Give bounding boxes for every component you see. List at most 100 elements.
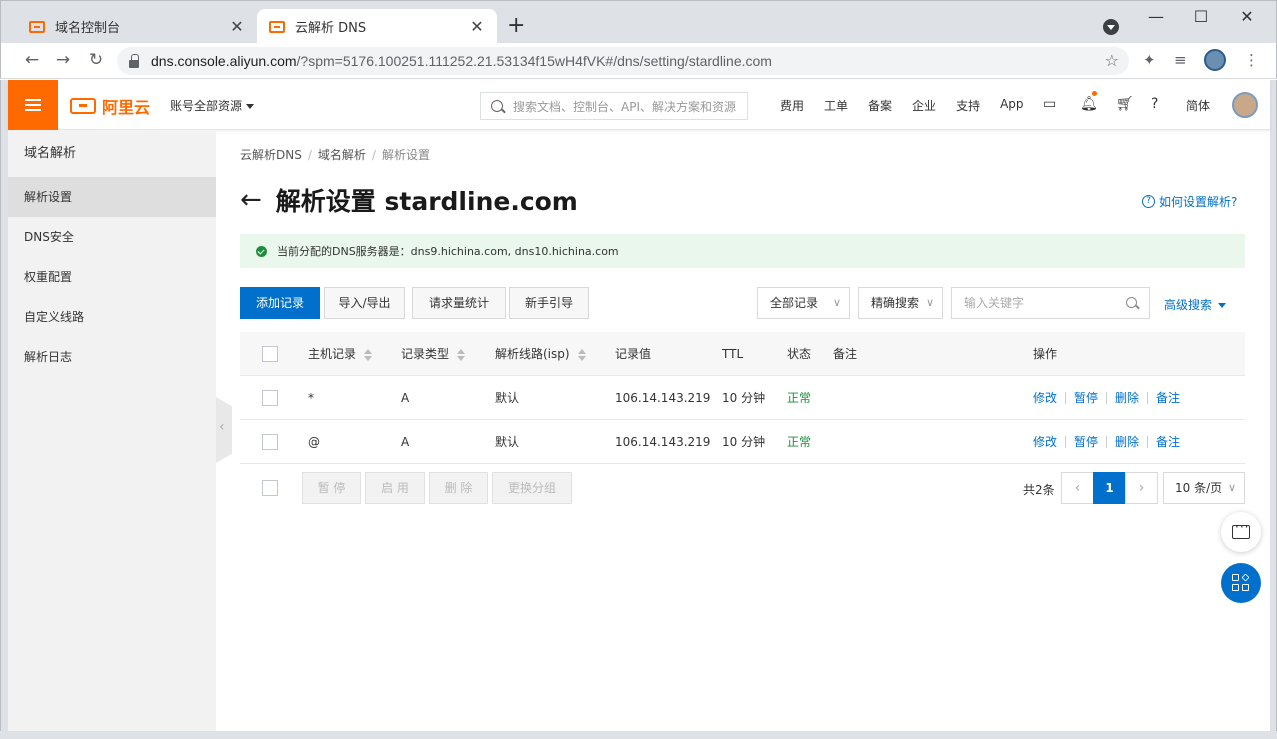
sidebar-item-custom-line[interactable]: 自定义线路 <box>8 297 216 337</box>
column-header-label: 解析线路(isp) <box>495 347 570 361</box>
maximize-button[interactable]: ☐ <box>1191 7 1211 26</box>
row-checkbox[interactable] <box>262 390 278 406</box>
nav-link-tickets[interactable]: 工单 <box>824 97 848 114</box>
sidebar-item-dns-security[interactable]: DNS安全 <box>8 217 216 257</box>
sidebar-item-dns-settings[interactable]: 解析设置 <box>8 177 216 217</box>
window-close-button[interactable]: ✕ <box>1237 7 1257 26</box>
batch-enable-button[interactable]: 启 用 <box>365 472 425 504</box>
cell-ttl: 10 分钟 <box>722 435 766 449</box>
column-header-value: 记录值 <box>615 347 652 361</box>
cell-host: @ <box>308 435 320 449</box>
menu-hamburger-icon[interactable] <box>8 80 58 130</box>
batch-delete-button[interactable]: 删 除 <box>429 472 488 504</box>
minimize-button[interactable]: — <box>1146 7 1166 26</box>
keyword-input[interactable]: 输入关键字 <box>951 287 1150 319</box>
row-checkbox[interactable] <box>262 434 278 450</box>
batch-select-checkbox[interactable] <box>262 480 278 496</box>
request-stats-button[interactable]: 请求量统计 <box>412 287 506 319</box>
sort-icon[interactable] <box>577 348 586 361</box>
nav-link-billing[interactable]: 费用 <box>780 97 804 114</box>
reload-icon[interactable]: ↻ <box>85 50 107 70</box>
sort-icon[interactable] <box>457 348 466 361</box>
tab-label: 云解析 DNS <box>295 21 367 36</box>
keyword-placeholder: 输入关键字 <box>964 296 1025 310</box>
page-size-select[interactable]: 10 条/页 ∨ <box>1163 472 1245 504</box>
row-actions: 修改 暂停 删除 备注 <box>1033 376 1180 420</box>
browser-menu-icon[interactable]: ⋮ <box>1244 51 1259 69</box>
back-arrow-icon[interactable]: ← <box>240 187 262 213</box>
import-export-button[interactable]: 导入/导出 <box>324 287 405 319</box>
nav-link-app[interactable]: App <box>1000 97 1023 114</box>
delete-link[interactable]: 删除 <box>1115 420 1139 464</box>
breadcrumb-item[interactable]: 域名解析 <box>318 148 366 162</box>
back-icon[interactable]: ← <box>21 50 43 70</box>
user-avatar[interactable] <box>1232 92 1258 118</box>
search-icon[interactable] <box>1126 297 1137 308</box>
cell-value: 106.14.143.219 <box>615 391 711 405</box>
browser-tab-bar: 域名控制台 ✕ 云解析 DNS ✕ + — ☐ ✕ <box>0 0 1277 44</box>
nav-link-icp[interactable]: 备案 <box>868 97 892 114</box>
console-top-nav: 阿里云 账号全部资源 搜索文档、控制台、API、解决方案和资源 费用 工单 备案… <box>8 80 1270 130</box>
browser-profile-avatar[interactable] <box>1204 49 1226 71</box>
batch-regroup-button[interactable]: 更换分组 <box>492 472 572 504</box>
column-header-type[interactable]: 记录类型 <box>401 332 466 376</box>
remark-link[interactable]: 备注 <box>1156 376 1180 420</box>
console-search-input[interactable]: 搜索文档、控制台、API、解决方案和资源 <box>480 92 748 120</box>
pause-link[interactable]: 暂停 <box>1074 376 1098 420</box>
extensions-icon[interactable]: ✦ <box>1143 51 1156 69</box>
tab-search-icon[interactable] <box>1103 19 1119 35</box>
tab-close-icon[interactable]: ✕ <box>469 17 485 36</box>
remark-link[interactable]: 备注 <box>1156 420 1180 464</box>
tab-close-icon[interactable]: ✕ <box>229 17 245 36</box>
nav-link-enterprise[interactable]: 企业 <box>912 97 936 114</box>
column-header-line[interactable]: 解析线路(isp) <box>495 332 586 376</box>
edit-link[interactable]: 修改 <box>1033 420 1057 464</box>
bookmark-star-icon[interactable]: ☆ <box>1105 51 1119 70</box>
language-switch[interactable]: 简体 <box>1186 97 1210 114</box>
chevron-down-icon: ∨ <box>925 296 934 309</box>
advanced-search-toggle[interactable]: 高级搜索 <box>1164 296 1227 313</box>
chevron-down-icon: ∨ <box>1227 481 1236 494</box>
add-record-button[interactable]: 添加记录 <box>240 287 320 319</box>
help-link[interactable]: ? 如何设置解析? <box>1142 193 1237 210</box>
tab-domain-console[interactable]: 域名控制台 ✕ <box>17 9 257 44</box>
column-header-host[interactable]: 主机记录 <box>308 332 373 376</box>
cell-type: A <box>401 435 410 449</box>
reading-list-icon[interactable]: ≡ <box>1174 51 1187 69</box>
select-all-checkbox[interactable] <box>262 346 278 362</box>
guide-button[interactable]: 新手引导 <box>509 287 589 319</box>
delete-link[interactable]: 删除 <box>1115 376 1139 420</box>
forward-icon[interactable]: → <box>52 50 74 70</box>
new-tab-button[interactable]: + <box>507 13 525 38</box>
nav-link-support[interactable]: 支持 <box>956 97 980 114</box>
sidebar-title[interactable]: 域名解析 <box>8 131 216 177</box>
tab-cloud-dns[interactable]: 云解析 DNS ✕ <box>257 9 497 44</box>
breadcrumb-item[interactable]: 云解析DNS <box>240 148 302 162</box>
edit-link[interactable]: 修改 <box>1033 376 1057 420</box>
page-1-button[interactable]: 1 <box>1093 472 1126 504</box>
record-filter-select[interactable]: 全部记录 ∨ <box>757 287 850 319</box>
batch-pause-button[interactable]: 暂 停 <box>302 472 361 504</box>
help-circle-icon[interactable]: ? <box>1151 96 1158 112</box>
chat-support-button[interactable] <box>1221 512 1261 552</box>
prev-page-button[interactable]: ‹ <box>1061 472 1094 504</box>
account-resources-dropdown[interactable]: 账号全部资源 <box>170 97 255 114</box>
search-mode-select[interactable]: 精确搜索 ∨ <box>858 287 943 319</box>
window-frame-right <box>1270 80 1277 739</box>
aliyun-logo[interactable]: 阿里云 <box>70 94 150 118</box>
cell-host: * <box>308 391 314 405</box>
sidebar-item-log[interactable]: 解析日志 <box>8 337 216 377</box>
app-menu-button[interactable] <box>1221 563 1261 603</box>
sidebar: 域名解析 解析设置 DNS安全 权重配置 自定义线路 解析日志 <box>8 131 216 731</box>
url-input[interactable]: dns.console.aliyun.com/?spm=5176.100251.… <box>117 47 1129 75</box>
bell-icon[interactable]: 🔔︎ <box>1080 96 1098 112</box>
cart-icon[interactable]: 🛒︎ <box>1116 96 1134 112</box>
caret-down-icon <box>246 104 255 109</box>
pause-link[interactable]: 暂停 <box>1074 420 1098 464</box>
sidebar-collapse-handle[interactable] <box>216 397 232 463</box>
sort-icon[interactable] <box>364 348 373 361</box>
notification-dot <box>1092 91 1097 96</box>
sidebar-item-weight[interactable]: 权重配置 <box>8 257 216 297</box>
next-page-button[interactable]: › <box>1125 472 1158 504</box>
cloud-shell-icon[interactable]: ▭ <box>1043 96 1056 112</box>
